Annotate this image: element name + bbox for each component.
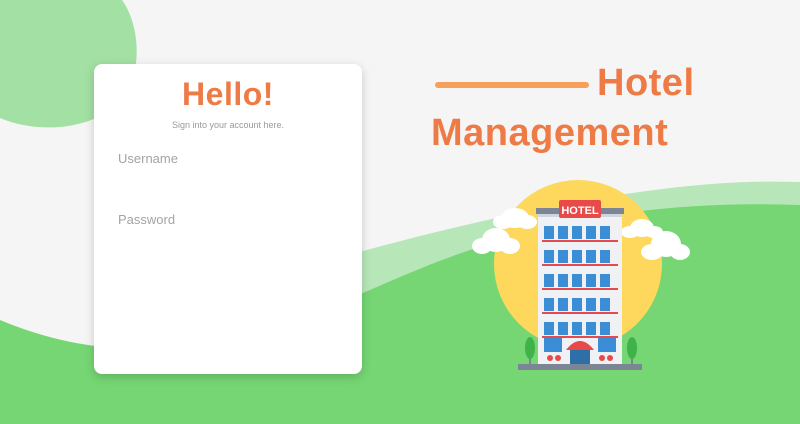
tree-icon bbox=[627, 337, 637, 364]
login-heading: Hello! bbox=[182, 76, 274, 112]
hotel-sign-text: HOTEL bbox=[561, 205, 599, 217]
hero-title-line1: Hotel bbox=[597, 62, 695, 104]
username-input[interactable] bbox=[116, 146, 340, 170]
title-accent-line bbox=[435, 82, 589, 88]
hero-title-line2: Management bbox=[431, 112, 669, 154]
hotel-building-icon: HOTEL bbox=[472, 180, 690, 370]
building-base bbox=[518, 364, 642, 370]
password-input[interactable] bbox=[116, 207, 340, 231]
login-card: Hello! Sign into your account here. bbox=[94, 64, 362, 374]
tree-icon bbox=[525, 337, 535, 364]
login-subtitle: Sign into your account here. bbox=[171, 120, 285, 130]
